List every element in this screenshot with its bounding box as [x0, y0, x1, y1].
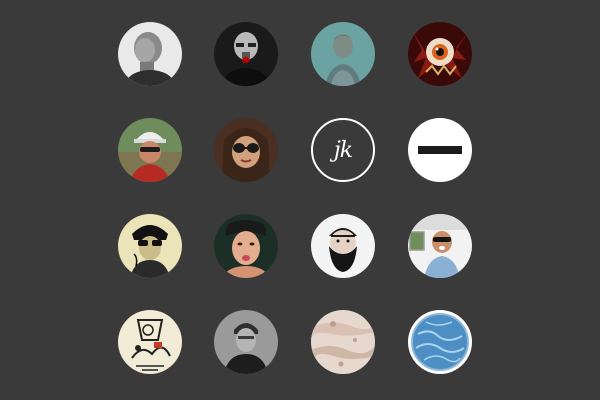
jk-logo-text: jk [333, 137, 353, 163]
avatar-bald-man-glasses-image [214, 22, 278, 86]
avatar-sketch-illustration-image [118, 310, 182, 374]
avatar-jk-logo[interactable]: jk [311, 118, 375, 182]
avatar-woman-sunglasses-image [214, 118, 278, 182]
avatar-bearded-man-illustration[interactable] [311, 214, 375, 278]
avatar-blue-texture-image [408, 310, 472, 374]
avatar-sketch-illustration[interactable] [118, 310, 182, 374]
avatar-eyeball-monster-image [408, 22, 472, 86]
avatar-man-cap-sunglasses[interactable] [118, 118, 182, 182]
avatar-bearded-man-illustration-image [311, 214, 375, 278]
avatar-bald-man-glasses[interactable] [214, 22, 278, 86]
avatar-blue-texture[interactable] [408, 310, 472, 374]
avatar-bald-man-profile[interactable] [118, 22, 182, 86]
avatar-bald-man-profile-image [118, 22, 182, 86]
avatar-man-teal-background[interactable] [311, 22, 375, 86]
avatar-pale-texture[interactable] [311, 310, 375, 374]
avatar-pale-texture-image [311, 310, 375, 374]
minus-icon [418, 146, 462, 154]
avatar-woman-pouting[interactable] [214, 214, 278, 278]
avatar-minus-icon[interactable] [408, 118, 472, 182]
avatar-man-in-car-image [408, 214, 472, 278]
avatar-man-teal-background-image [311, 22, 375, 86]
avatar-woman-sunglasses-illustration[interactable] [118, 214, 182, 278]
avatar-man-gray-image [214, 310, 278, 374]
avatar-eyeball-monster[interactable] [408, 22, 472, 86]
avatar-man-cap-sunglasses-image [118, 118, 182, 182]
avatar-woman-sunglasses-illustration-image [118, 214, 182, 278]
avatar-woman-pouting-image [214, 214, 278, 278]
avatar-grid: jk [0, 0, 600, 400]
avatar-man-in-car[interactable] [408, 214, 472, 278]
avatar-man-gray[interactable] [214, 310, 278, 374]
avatar-woman-sunglasses[interactable] [214, 118, 278, 182]
